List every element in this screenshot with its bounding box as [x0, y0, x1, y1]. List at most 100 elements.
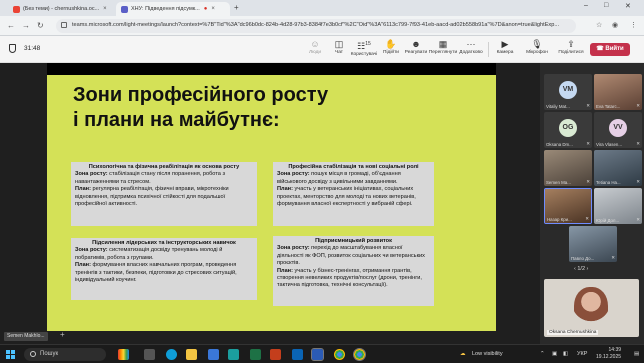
leave-button[interactable]: ☎ Вийти — [590, 43, 630, 56]
tray-app-icon[interactable]: ▣ — [552, 351, 557, 357]
mic-muted-icon: ✕ — [636, 103, 640, 108]
mic-muted-icon: ✕ — [636, 217, 640, 222]
box-plan: План: участь у ветеранських ініціативах,… — [277, 186, 416, 208]
close-window-icon[interactable]: ✕ — [625, 2, 631, 10]
mic-muted-icon: ✕ — [585, 216, 589, 221]
close-icon[interactable]: × — [103, 6, 107, 12]
box-zone: Зона росту: перехід до масштабування вла… — [277, 245, 425, 267]
box-heading: Психологічна та фізична реабілітація як … — [88, 164, 240, 170]
maximize-icon[interactable]: □ — [604, 2, 608, 9]
tray-app-icon[interactable]: ◧ — [563, 351, 568, 357]
mic-muted-icon: ✕ — [586, 179, 590, 184]
add-icon[interactable]: + — [60, 330, 65, 339]
language-indicator[interactable]: УКР — [577, 351, 587, 357]
star-icon[interactable]: ☆ — [596, 21, 602, 29]
participant-tile[interactable]: Tetiana Ha... ✕ — [594, 150, 642, 186]
camera-button[interactable]: ▶ Камера — [490, 39, 520, 55]
box-plan: План: регулярна реабілітація, фізичні вп… — [75, 186, 229, 208]
participants-icon: ☷15 — [357, 41, 371, 51]
windows-taskbar: Пошук ☁ Low visibility ⌃ ▣ ◧ УКР 14:39 1… — [0, 344, 644, 363]
more-icon: ··· — [466, 39, 476, 49]
record-icon: ● — [203, 6, 208, 12]
back-icon[interactable]: ← — [7, 21, 15, 30]
meeting-timer: 31:48 — [24, 45, 41, 52]
new-tab-icon[interactable]: + — [234, 3, 239, 12]
tab-label: ХНУ: Підведення підсумк... — [131, 6, 200, 12]
chrome-icon[interactable] — [334, 349, 345, 360]
edge-icon[interactable] — [166, 349, 177, 360]
box-zone: Зона росту: пошук місця в громаді, об’єд… — [277, 171, 401, 185]
chevron-right-icon[interactable]: › — [585, 266, 589, 272]
slide-box-entrepreneur: Підприємницький розвиток Зона росту: пер… — [273, 236, 434, 306]
slide-title-line-2: і плани на майбутнє: — [73, 109, 280, 131]
participant-tile[interactable]: VV Vira Vlasen... ✕ — [594, 112, 642, 148]
chevron-up-icon[interactable]: ⌃ — [540, 351, 545, 357]
participant-name: Павло До... — [571, 256, 595, 261]
mic-muted-icon: ✕ — [586, 103, 590, 108]
divider — [488, 42, 489, 57]
lock-icon[interactable] — [61, 22, 67, 28]
view-button[interactable]: ▦ Переглянути — [428, 39, 458, 55]
participant-tile-active[interactable]: Назар Кри... ✕ — [544, 188, 592, 224]
participant-tile[interactable]: Юрій Дол... ✕ — [594, 188, 642, 224]
react-button[interactable]: ☻ Реагувати — [401, 39, 431, 55]
teams-icon — [121, 5, 128, 13]
slide-title-line-1: Зони професійного росту — [73, 84, 329, 106]
more-button[interactable]: ··· Додатково — [456, 39, 486, 55]
slide-top-band — [47, 63, 496, 75]
mic-muted-icon: ✕ — [636, 141, 640, 146]
browser-tab-teams[interactable]: ХНУ: Підведення підсумк... ● × — [116, 2, 230, 16]
participant-tile[interactable]: Павло До... ✕ — [569, 226, 617, 262]
share-button[interactable]: ⇪ Поділитися — [556, 39, 586, 55]
windows-start-icon[interactable] — [6, 350, 15, 359]
participant-name: Oksana Dm... — [546, 142, 573, 147]
outlook-icon[interactable] — [292, 349, 303, 360]
gallery-pager[interactable]: ‹ 1/2 › — [574, 266, 588, 272]
camera-icon: ▶ — [501, 39, 509, 49]
participant-name: Eva Tatarc... — [596, 104, 621, 109]
teams-meeting-toolbar: 31:48 ☺ Люди ◫ Чат ☷15 Користувачі ✋ Під… — [0, 36, 644, 63]
reload-icon[interactable]: ↻ — [37, 21, 44, 30]
store-icon[interactable] — [208, 349, 219, 360]
word-icon[interactable] — [311, 348, 324, 361]
slide-box-professional: Професійна стабілізація та нові соціальн… — [273, 162, 434, 226]
self-view-tile[interactable]: Oksana Chernushkina — [544, 279, 639, 337]
close-icon[interactable]: × — [211, 6, 215, 12]
file-explorer-icon[interactable] — [186, 349, 197, 360]
box-zone: Зона росту: систематизація досвіду трену… — [75, 247, 223, 261]
notification-icon[interactable]: ▤ — [634, 351, 639, 357]
grid-icon: ▦ — [438, 39, 448, 49]
forward-icon[interactable]: → — [22, 21, 30, 30]
participant-tile[interactable]: OG Oksana Dm... ✕ — [544, 112, 592, 148]
menu-icon[interactable]: ⋮ — [630, 21, 637, 29]
mic-muted-icon: ✕ — [611, 255, 615, 260]
task-view-icon[interactable] — [144, 349, 155, 360]
visibility-status[interactable]: Low visibility — [472, 351, 503, 357]
box-heading: Підприємницький розвиток — [315, 238, 392, 244]
chrome-icon[interactable] — [353, 348, 366, 361]
participants-button[interactable]: ☷15 Користувачі — [349, 39, 379, 57]
photos-icon[interactable] — [228, 349, 239, 360]
participant-tile[interactable]: VM Vitaliy Mat... ✕ — [544, 74, 592, 110]
participant-name: Semen Ma... — [546, 180, 571, 185]
url-input[interactable]: teams.microsoft.com/light-meetings/launc… — [56, 19, 576, 33]
minimize-icon[interactable]: – — [584, 2, 588, 9]
search-icon — [30, 351, 36, 357]
mic-muted-icon: ✕ — [636, 179, 640, 184]
powerpoint-icon[interactable] — [270, 349, 281, 360]
browser-tab-gmail[interactable]: (Без теми) - chernushkina.oc... × — [8, 2, 110, 16]
box-plan: План: формування власних навчальних прог… — [75, 262, 237, 284]
share-icon: ⇪ — [567, 39, 575, 49]
weather-icon[interactable]: ☁ — [460, 351, 466, 357]
excel-icon[interactable] — [250, 349, 261, 360]
crayons-icon[interactable] — [118, 349, 129, 360]
mic-muted-icon: 🎙 — [531, 39, 543, 49]
box-zone: Зона росту: стабілізація стану після пор… — [75, 171, 226, 185]
participant-tile[interactable]: Eva Tatarc... ✕ — [594, 74, 642, 110]
system-clock[interactable]: 14:39 19.12.2025 — [596, 347, 621, 361]
shield-icon — [9, 44, 16, 53]
profile-icon[interactable]: ◉ — [612, 21, 618, 29]
mic-button[interactable]: 🎙 Мікрофон — [522, 39, 552, 55]
participant-tile[interactable]: Semen Ma... ✕ — [544, 150, 592, 186]
taskbar-search[interactable]: Пошук — [24, 348, 106, 361]
